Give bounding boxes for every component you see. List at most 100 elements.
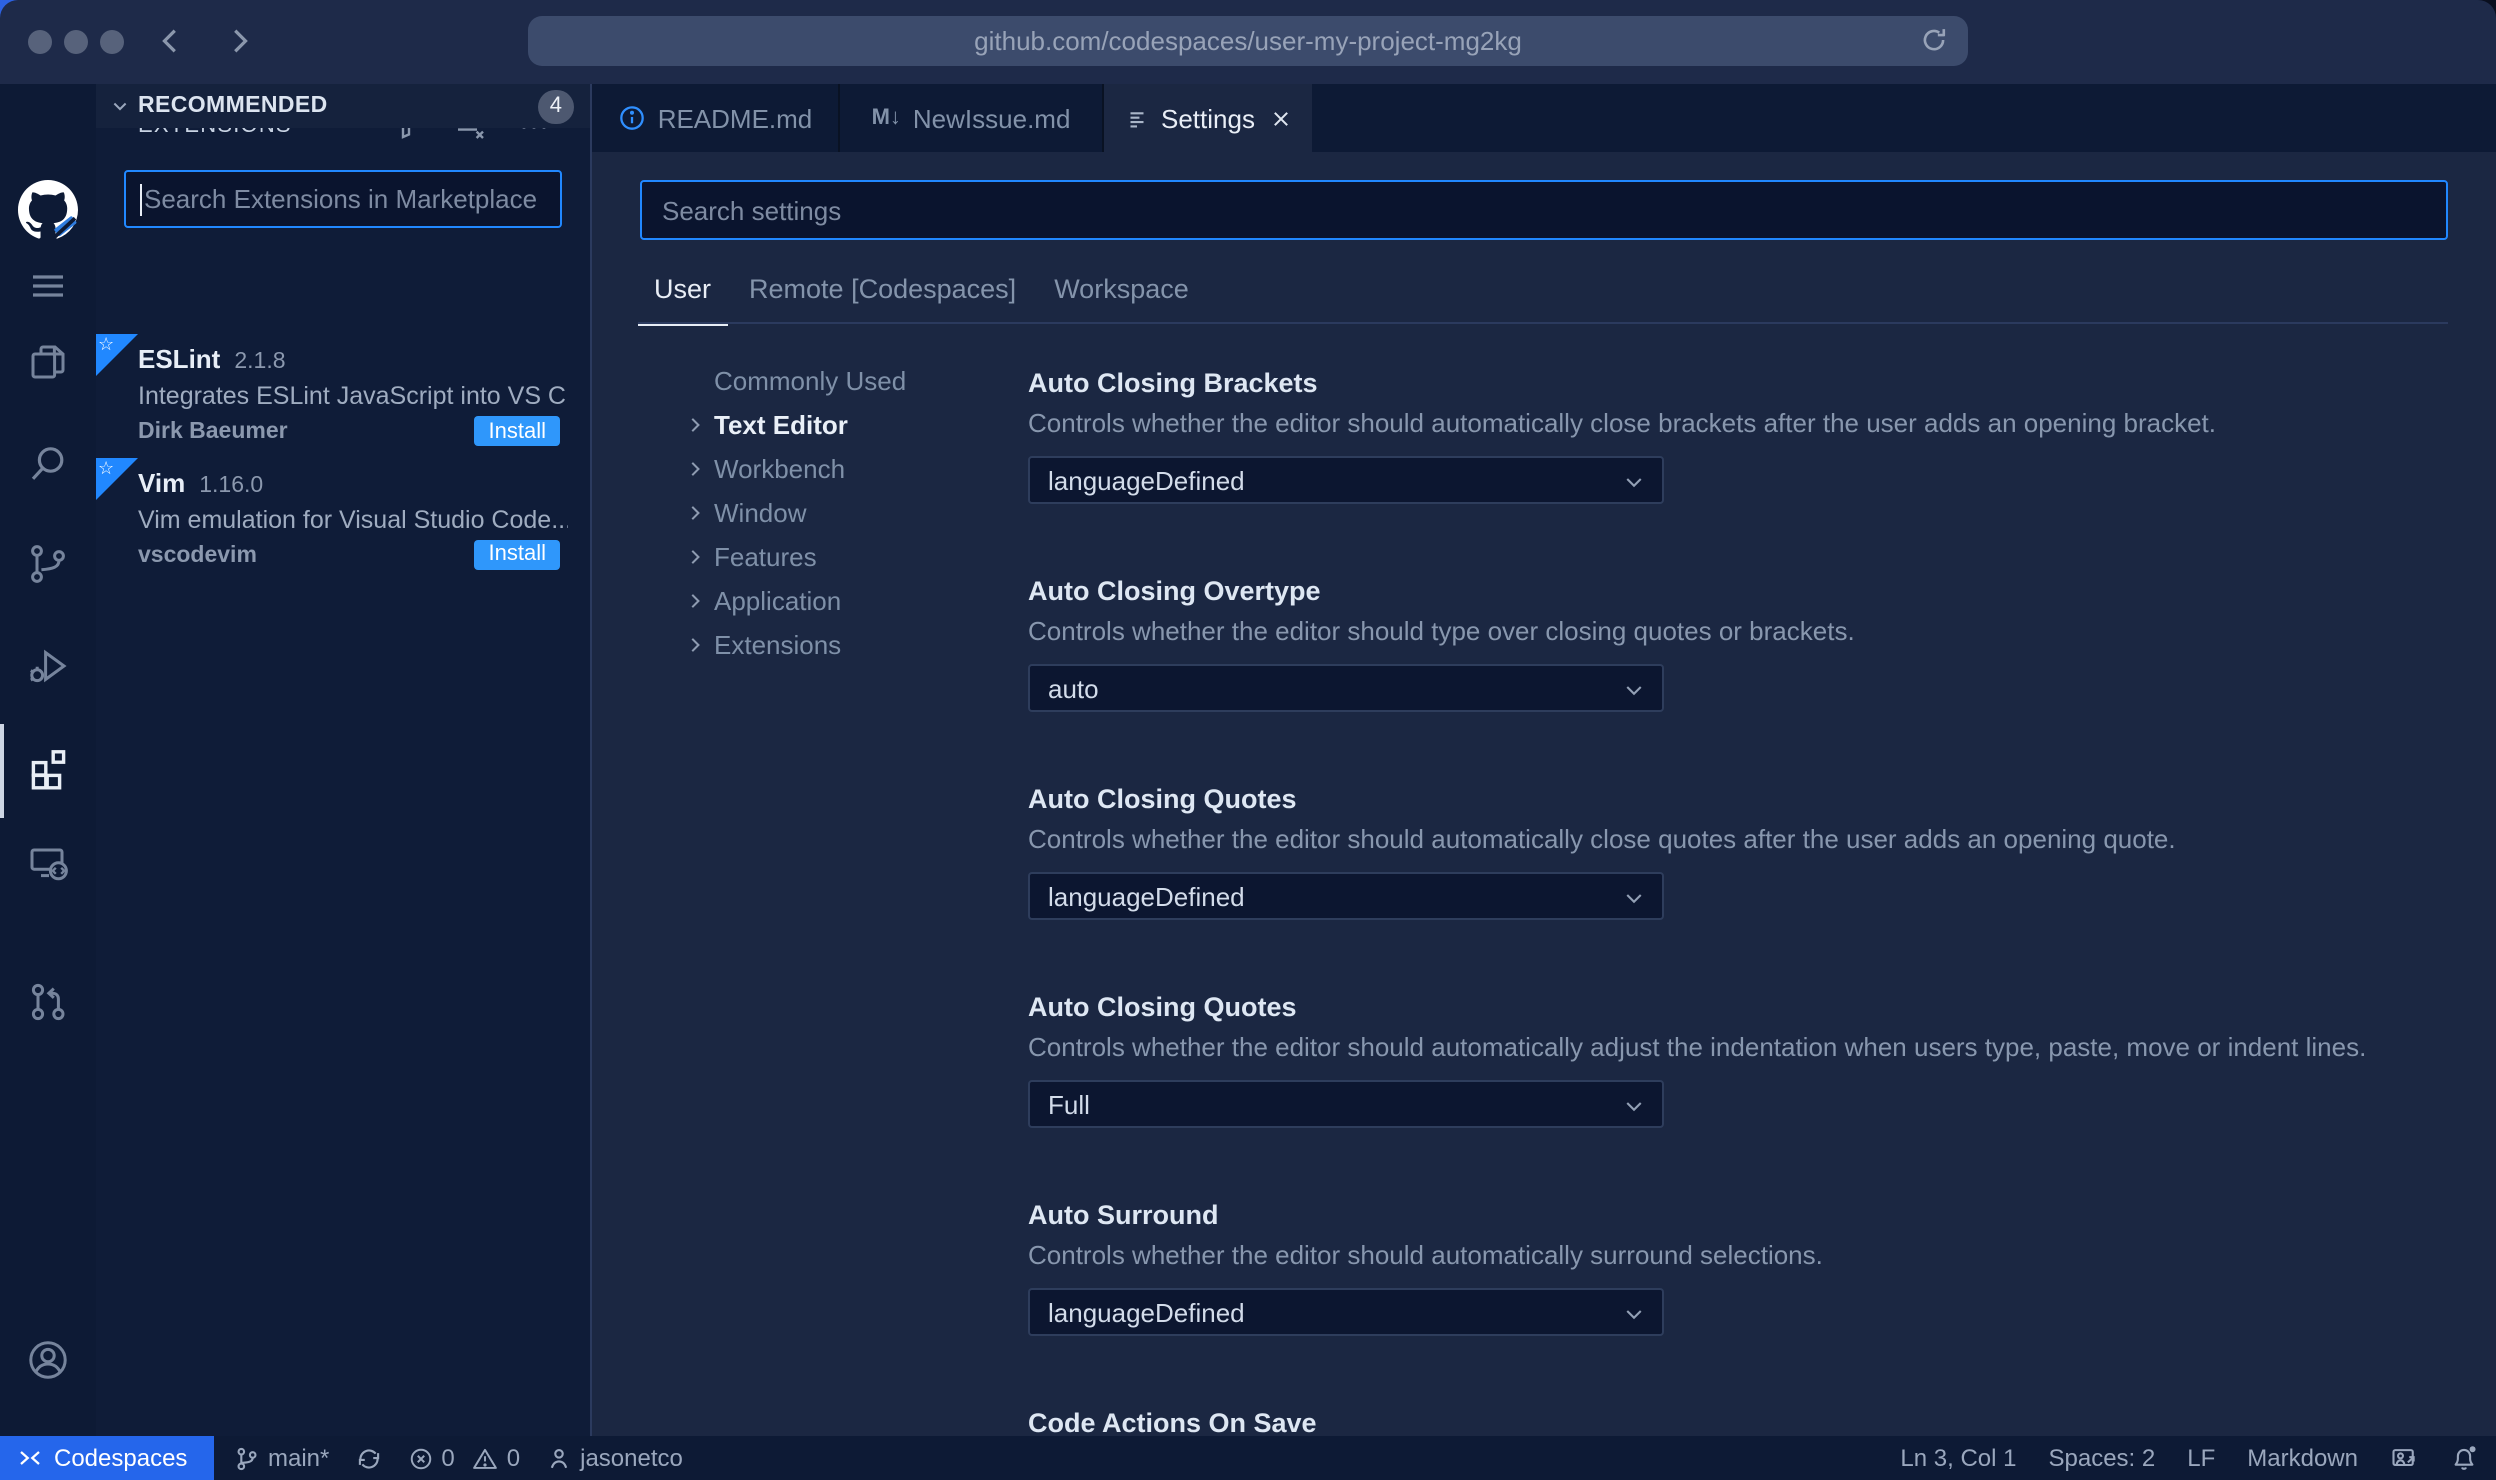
source-control-icon[interactable]: [0, 540, 96, 588]
problems-status[interactable]: 0 0: [407, 1444, 520, 1472]
error-icon: [407, 1445, 433, 1471]
extension-description: Vim emulation for Visual Studio Code...: [138, 505, 568, 533]
selected-value: Full: [1048, 1089, 1090, 1119]
setting-title: Auto Closing Overtype: [1028, 576, 1321, 606]
browser-toolbar: github.com/codespaces/user-my-project-mg…: [0, 0, 2496, 84]
window-zoom-button[interactable]: [100, 30, 124, 54]
person-icon: [546, 1445, 572, 1471]
section-count-badge: 4: [537, 89, 574, 123]
extension-publisher: Dirk Baeumer: [138, 420, 288, 444]
forward-arrow-icon[interactable]: [224, 26, 254, 66]
chevron-down-icon: [1622, 470, 1646, 494]
setting-value-dropdown[interactable]: languageDefined: [1028, 1288, 1664, 1336]
user-name: jasonetco: [580, 1444, 683, 1472]
extension-name: Vim: [138, 467, 186, 497]
menu-icon[interactable]: [0, 262, 96, 310]
setting-title: Auto Closing Quotes: [1028, 784, 1297, 814]
setting-row: Auto Closing Quotes Controls whether the…: [1028, 784, 2448, 920]
setting-description: Controls whether the editor should autom…: [1028, 1032, 2367, 1062]
settings-list: Auto Closing Brackets Controls whether t…: [592, 84, 2496, 1436]
reload-icon[interactable]: [1920, 26, 1948, 60]
star-icon: ☆: [98, 457, 115, 477]
chevron-down-icon: [1622, 1302, 1646, 1326]
search-icon[interactable]: [0, 440, 96, 488]
setting-row: Auto Closing Quotes Controls whether the…: [1028, 992, 2448, 1128]
back-arrow-icon[interactable]: [156, 26, 186, 66]
user-status[interactable]: jasonetco: [546, 1444, 683, 1472]
extensions-section-header[interactable]: RECOMMENDED 4: [96, 84, 590, 128]
install-button[interactable]: Install: [474, 539, 560, 569]
extensions-search-input[interactable]: [126, 172, 560, 226]
codespaces-remote-button[interactable]: Codespaces: [0, 1436, 214, 1480]
window-close-button[interactable]: [28, 30, 52, 54]
setting-row: Auto Surround Controls whether the edito…: [1028, 1200, 2448, 1336]
setting-title: Auto Surround: [1028, 1200, 1219, 1230]
feedback-icon[interactable]: [2390, 1444, 2418, 1472]
cursor-position[interactable]: Ln 3, Col 1: [1900, 1444, 2016, 1472]
extension-version: 1.16.0: [199, 473, 264, 497]
setting-title: Code Actions On Save: [1028, 1408, 1317, 1436]
install-button[interactable]: Install: [474, 416, 560, 446]
chevron-down-icon: [1622, 678, 1646, 702]
editor-area: README.md M↓ NewIssue.md Settings Search…: [592, 84, 2496, 1436]
setting-value-dropdown[interactable]: languageDefined: [1028, 456, 1664, 504]
remote-explorer-icon[interactable]: [0, 838, 96, 886]
extension-publisher: vscodevim: [138, 543, 257, 567]
setting-description: Controls whether the editor should autom…: [1028, 824, 2176, 854]
eol-sequence[interactable]: LF: [2187, 1444, 2215, 1472]
extension-version: 2.1.8: [234, 350, 286, 374]
remote-icon: [18, 1446, 42, 1470]
indentation[interactable]: Spaces: 2: [2049, 1444, 2156, 1472]
window-minimize-button[interactable]: [64, 30, 88, 54]
sync-icon: [355, 1445, 381, 1471]
extension-name: ESLint: [138, 344, 221, 374]
branch-status[interactable]: main*: [234, 1444, 329, 1472]
setting-title: Auto Closing Quotes: [1028, 992, 1297, 1022]
account-icon[interactable]: [0, 1336, 96, 1384]
selected-value: auto: [1048, 673, 1099, 703]
explorer-icon[interactable]: [0, 338, 96, 386]
screen: github.com/codespaces/user-my-project-mg…: [0, 0, 2496, 1480]
text-cursor: [140, 184, 142, 216]
warning-count: 0: [506, 1444, 521, 1472]
activity-bar: [0, 84, 96, 1480]
bell-icon[interactable]: [2450, 1444, 2478, 1472]
setting-value-dropdown[interactable]: auto: [1028, 664, 1664, 712]
url-text: github.com/codespaces/user-my-project-mg…: [974, 26, 1522, 56]
setting-title: Auto Closing Brackets: [1028, 368, 1318, 398]
remote-label: Codespaces: [54, 1444, 188, 1472]
pull-requests-icon[interactable]: [0, 978, 96, 1026]
setting-row: Auto Closing Overtype Controls whether t…: [1028, 576, 2448, 712]
extension-list-item[interactable]: ☆ Vim 1.16.0 Vim emulation for Visual St…: [96, 457, 590, 580]
extension-list-item[interactable]: ☆ ESLint 2.1.8 Integrates ESLint JavaScr…: [96, 334, 590, 457]
sync-status[interactable]: [355, 1445, 381, 1471]
error-count: 0: [441, 1444, 455, 1472]
setting-row: Auto Closing Brackets Controls whether t…: [1028, 368, 2448, 504]
chevron-down-icon: [1622, 1094, 1646, 1118]
chevron-down-icon: [1622, 886, 1646, 910]
selected-value: languageDefined: [1048, 465, 1245, 495]
setting-row: Code Actions On Save: [1028, 1408, 2448, 1436]
extension-description: Integrates ESLint JavaScript into VS C..…: [138, 382, 568, 410]
setting-description: Controls whether the editor should autom…: [1028, 1240, 1823, 1270]
extensions-icon[interactable]: [0, 742, 96, 790]
extensions-search-box[interactable]: [124, 170, 562, 228]
setting-value-dropdown[interactable]: Full: [1028, 1080, 1664, 1128]
selected-value: languageDefined: [1048, 1297, 1245, 1327]
section-label: RECOMMENDED: [138, 94, 328, 118]
address-bar[interactable]: github.com/codespaces/user-my-project-mg…: [528, 16, 1968, 66]
run-debug-icon[interactable]: [0, 642, 96, 690]
setting-description: Controls whether the editor should autom…: [1028, 408, 2217, 438]
warning-icon: [473, 1445, 499, 1471]
language-mode[interactable]: Markdown: [2247, 1444, 2358, 1472]
chevron-right-icon: [110, 96, 130, 116]
github-codespaces-logo[interactable]: [0, 180, 96, 240]
branch-name: main*: [268, 1444, 330, 1472]
active-view-indicator: [0, 724, 4, 818]
setting-value-dropdown[interactable]: languageDefined: [1028, 872, 1664, 920]
status-bar: Codespaces main* 0 0 jasonetco Ln 3, Col…: [0, 1436, 2496, 1480]
browser-window: github.com/codespaces/user-my-project-mg…: [0, 0, 2496, 1480]
selected-value: languageDefined: [1048, 881, 1245, 911]
setting-description: Controls whether the editor should type …: [1028, 616, 1855, 646]
extensions-sidebar: EXTENSIONS INSTALLED 16 RECOMMENDED: [96, 84, 592, 1436]
